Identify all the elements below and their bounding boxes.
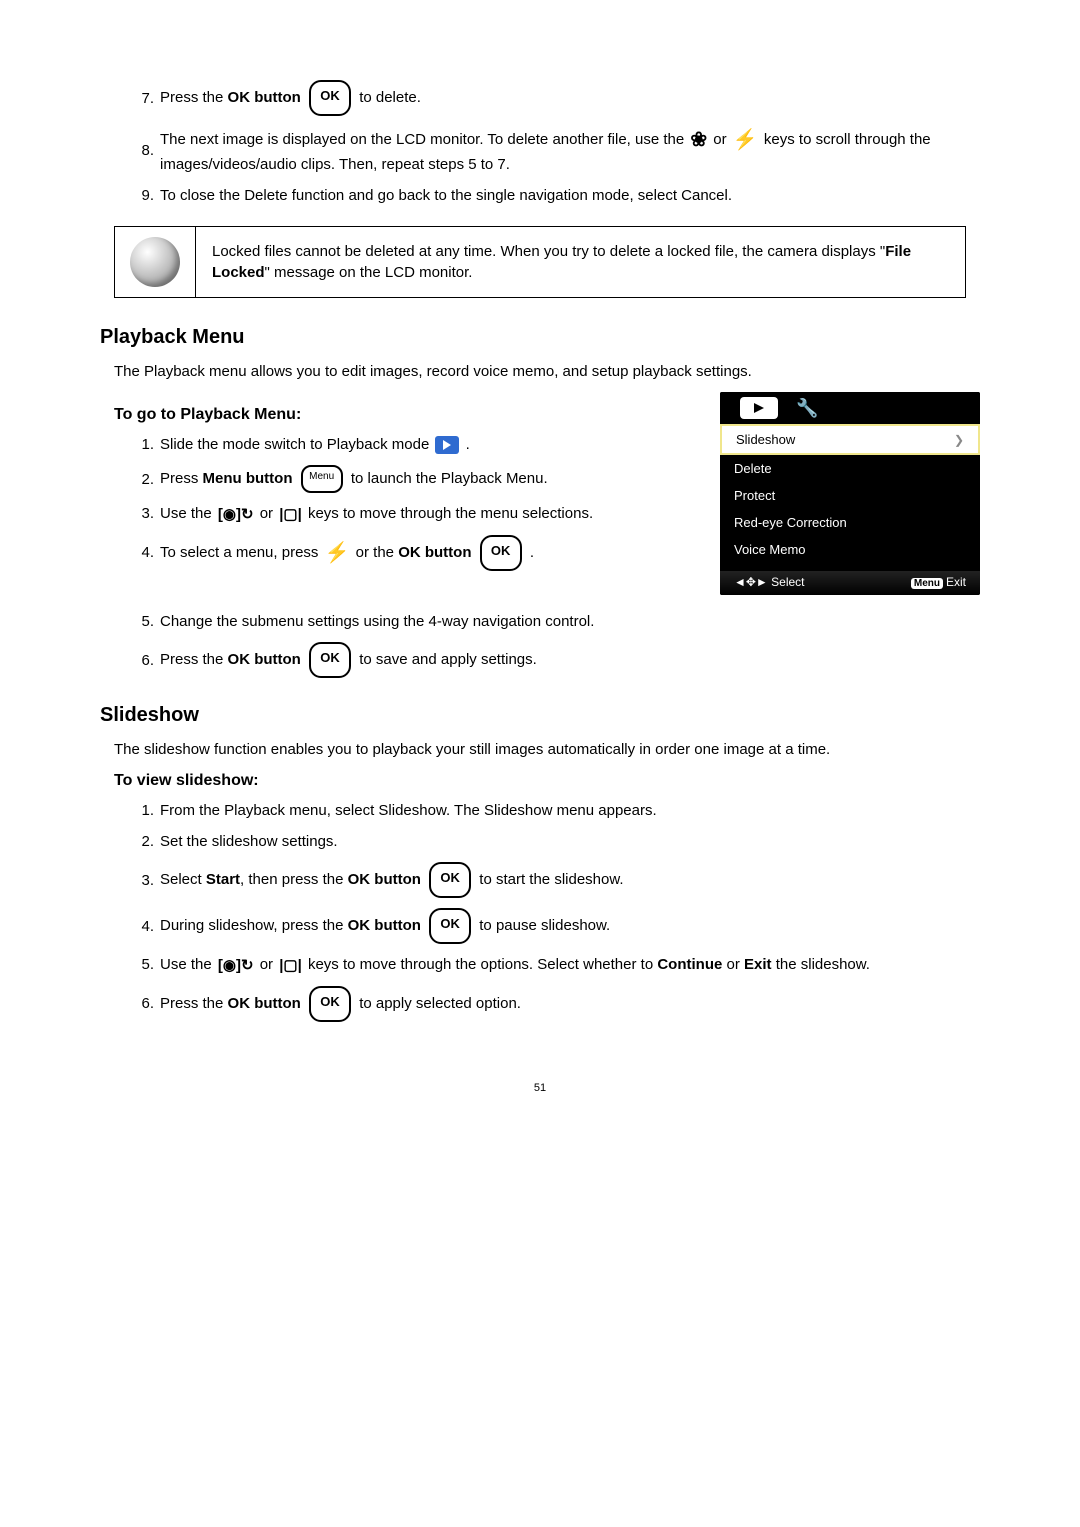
list-item: 7. Press the OK button OK to delete. bbox=[128, 80, 980, 116]
down-flash-icon: ⚡ bbox=[325, 539, 350, 567]
ok-button-icon: OK bbox=[309, 642, 351, 678]
note-text: Locked files cannot be deleted at any ti… bbox=[196, 227, 965, 297]
intro-text: The slideshow function enables you to pl… bbox=[114, 741, 980, 758]
list-item: 3. Select Start, then press the OK butto… bbox=[128, 862, 980, 898]
menu-row: Red-eye Correction bbox=[720, 509, 980, 536]
heading-playback-menu: Playback Menu bbox=[100, 326, 980, 349]
note-box: Locked files cannot be deleted at any ti… bbox=[114, 226, 966, 298]
list-item: 9. To close the Delete function and go b… bbox=[128, 185, 980, 206]
display-icon: |▢| bbox=[279, 504, 302, 525]
item-text: The next image is displayed on the LCD m… bbox=[160, 126, 980, 175]
list-item: 1. From the Playback menu, select Slides… bbox=[128, 800, 980, 821]
menu-row-selected: Slideshow❯ bbox=[720, 424, 980, 455]
ok-button-icon: OK bbox=[429, 908, 471, 944]
ok-button-icon: OK bbox=[429, 862, 471, 898]
slideshow-steps: 1. From the Playback menu, select Slides… bbox=[128, 800, 980, 1022]
flash-icon: ⚡ bbox=[733, 126, 758, 154]
playback-steps-cont: 5. Change the submenu settings using the… bbox=[128, 611, 980, 678]
list-item: 2. Press Menu button Menu to launch the … bbox=[128, 465, 690, 493]
playback-tab-icon bbox=[740, 397, 778, 419]
display-icon: |▢| bbox=[279, 955, 302, 976]
playback-mode-icon bbox=[435, 436, 459, 454]
ok-button-icon: OK bbox=[480, 535, 522, 571]
subheading-goto-playback: To go to Playback Menu: bbox=[114, 406, 690, 424]
list-item: 1. Slide the mode switch to Playback mod… bbox=[128, 434, 690, 455]
playback-menu-screenshot: 🔧 Slideshow❯ Delete Protect Red-eye Corr… bbox=[720, 392, 980, 595]
menu-row: Delete bbox=[720, 455, 980, 482]
menu-row: Protect bbox=[720, 482, 980, 509]
delete-continued-list: 7. Press the OK button OK to delete. 8. … bbox=[128, 80, 980, 206]
list-item: 3. Use the [◉]↻ or |▢| keys to move thro… bbox=[128, 503, 690, 525]
settings-tab-icon: 🔧 bbox=[796, 398, 818, 419]
heading-slideshow: Slideshow bbox=[100, 704, 980, 727]
list-item: 4. To select a menu, press ⚡ or the OK b… bbox=[128, 535, 690, 571]
list-item: 6. Press the OK button OK to apply selec… bbox=[128, 986, 980, 1022]
info-icon bbox=[130, 237, 180, 287]
list-item: 5. Change the submenu settings using the… bbox=[128, 611, 980, 632]
subheading-view-slideshow: To view slideshow: bbox=[114, 772, 980, 790]
face-detect-icon: [◉]↻ bbox=[218, 955, 254, 976]
face-detect-icon: [◉]↻ bbox=[218, 504, 254, 525]
list-item: 4. During slideshow, press the OK button… bbox=[128, 908, 980, 944]
screenshot-footer: ◄✥► Select MenuExit bbox=[720, 571, 980, 595]
item-number: 8. bbox=[128, 140, 160, 161]
ok-button-icon: OK bbox=[309, 80, 351, 116]
list-item: 2. Set the slideshow settings. bbox=[128, 831, 980, 852]
intro-text: The Playback menu allows you to edit ima… bbox=[114, 363, 980, 380]
list-item: 5. Use the [◉]↻ or |▢| keys to move thro… bbox=[128, 954, 980, 976]
item-number: 9. bbox=[128, 185, 160, 206]
macro-flower-icon: ❀ bbox=[690, 126, 707, 154]
item-number: 7. bbox=[128, 88, 160, 109]
menu-row: Voice Memo bbox=[720, 536, 980, 563]
chevron-right-icon: ❯ bbox=[954, 433, 964, 447]
info-icon-cell bbox=[115, 227, 196, 297]
list-item: 6. Press the OK button OK to save and ap… bbox=[128, 642, 980, 678]
ok-button-icon: OK bbox=[309, 986, 351, 1022]
page-number: 51 bbox=[100, 1082, 980, 1094]
list-item: 8. The next image is displayed on the LC… bbox=[128, 126, 980, 175]
menu-button-icon: Menu bbox=[301, 465, 343, 493]
item-text: To close the Delete function and go back… bbox=[160, 185, 980, 206]
playback-steps: 1. Slide the mode switch to Playback mod… bbox=[128, 434, 690, 571]
